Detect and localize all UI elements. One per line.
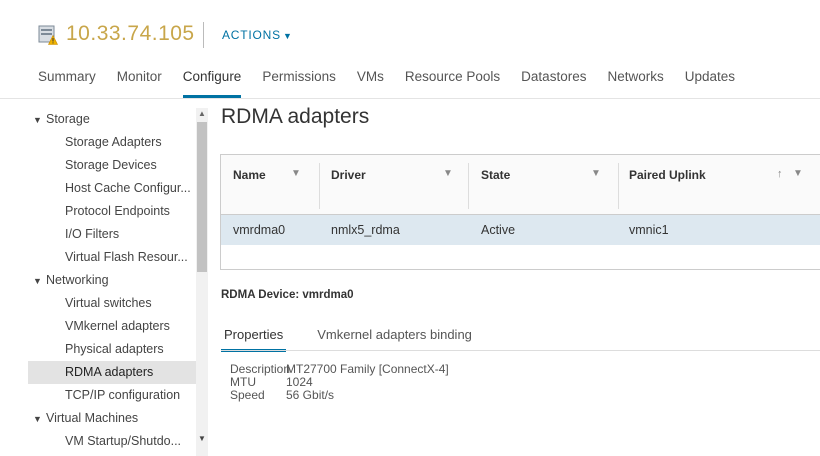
sidebar-item-io-filters[interactable]: I/O Filters [28, 223, 196, 246]
column-header-name[interactable]: Name ▼︎ [233, 155, 318, 215]
sidebar-item-protocol-endpoints[interactable]: Protocol Endpoints [28, 200, 196, 223]
cell-driver: nmlx5_rdma [331, 223, 400, 237]
column-header-label: Driver [331, 168, 366, 182]
property-value: 56 Gbit/s [286, 388, 335, 402]
filter-icon[interactable]: ▼︎ [291, 168, 301, 179]
tab-updates[interactable]: Updates [685, 68, 735, 98]
sidebar-item-tcpip-configuration[interactable]: TCP/IP configuration [28, 384, 196, 407]
tab-configure[interactable]: Configure [182, 68, 242, 98]
column-header-paired-uplink[interactable]: Paired Uplink ↑ ▼︎ [629, 155, 819, 215]
collapse-triangle-icon: ▼ [33, 276, 42, 286]
table-header: Name ▼︎ Driver ▼︎ State ▼︎ Paired Uplink… [221, 155, 820, 215]
sidebar-item-physical-adapters[interactable]: Physical adapters [28, 338, 196, 361]
sidebar-group-label: Storage [46, 112, 90, 126]
sidebar-item-vmkernel-adapters[interactable]: VMkernel adapters [28, 315, 196, 338]
sidebar-item-virtual-flash[interactable]: Virtual Flash Resour... [28, 246, 196, 269]
tab-properties[interactable]: Properties [221, 326, 287, 352]
filter-icon[interactable]: ▼︎ [793, 168, 803, 179]
filter-icon[interactable]: ▼︎ [443, 168, 453, 179]
sidebar-scrollbar[interactable]: ▲ ▼ [196, 108, 208, 456]
column-resizer[interactable] [319, 163, 320, 209]
sidebar-tree: ▼ Storage Storage Adapters Storage Device… [28, 108, 196, 456]
sort-ascending-icon[interactable]: ↑ [777, 168, 783, 180]
properties-panel: DescriptionMT27700 Family [ConnectX-4] M… [230, 363, 449, 402]
page-title: RDMA adapters [221, 105, 370, 128]
sidebar-group-label: Networking [46, 273, 109, 287]
scroll-up-arrow-icon[interactable]: ▲ [196, 109, 208, 119]
object-tabs: Summary Monitor Configure Permissions VM… [38, 68, 756, 98]
property-row: Speed 56 Gbit/s [230, 389, 449, 402]
sidebar-scroll-thumb[interactable] [197, 122, 207, 272]
cell-name: vmrdma0 [233, 223, 286, 237]
title-separator [203, 22, 204, 48]
column-header-label: Paired Uplink [629, 168, 706, 182]
column-header-label: Name [233, 168, 266, 182]
host-warning-icon [38, 25, 58, 45]
tab-resource-pools[interactable]: Resource Pools [405, 68, 500, 98]
configure-sidebar: ▼ Storage Storage Adapters Storage Device… [28, 108, 208, 456]
object-header: 10.33.74.105 ACTIONS ▼ Summary Monitor Co… [0, 0, 820, 100]
sidebar-item-vm-startup[interactable]: VM Startup/Shutdo... [28, 430, 196, 453]
tab-networks[interactable]: Networks [607, 68, 663, 98]
property-row: DescriptionMT27700 Family [ConnectX-4] [230, 363, 449, 376]
column-header-state[interactable]: State ▼︎ [481, 155, 616, 215]
actions-menu-button[interactable]: ACTIONS ▼ [222, 28, 293, 42]
property-key: Speed [230, 388, 265, 402]
column-header-driver[interactable]: Driver ▼︎ [331, 155, 466, 215]
tab-monitor[interactable]: Monitor [117, 68, 162, 98]
sidebar-group-virtual-machines[interactable]: ▼ Virtual Machines [28, 407, 196, 430]
collapse-triangle-icon: ▼ [33, 414, 42, 424]
sidebar-item-storage-adapters[interactable]: Storage Adapters [28, 131, 196, 154]
tab-permissions[interactable]: Permissions [262, 68, 336, 98]
collapse-triangle-icon: ▼ [33, 115, 42, 125]
column-resizer[interactable] [468, 163, 469, 209]
rdma-device-label: RDMA Device: vmrdma0 [221, 289, 354, 301]
tab-datastores[interactable]: Datastores [521, 68, 586, 98]
tab-summary[interactable]: Summary [38, 68, 96, 98]
column-header-label: State [481, 168, 511, 182]
sidebar-item-virtual-switches[interactable]: Virtual switches [28, 292, 196, 315]
actions-label: ACTIONS [222, 28, 281, 42]
main-content: RDMA adapters Name ▼︎ Driver ▼︎ State ▼︎… [208, 99, 820, 456]
filter-icon[interactable]: ▼︎ [591, 168, 601, 179]
scroll-down-arrow-icon[interactable]: ▼ [196, 434, 208, 444]
detail-tabs: Properties Vmkernel adapters binding [221, 326, 503, 352]
table-row[interactable]: vmrdma0 nmlx5_rdma Active vmnic1 [221, 215, 820, 245]
tab-vmkernel-adapters-binding[interactable]: Vmkernel adapters binding [314, 326, 475, 352]
subtabs-divider [221, 350, 820, 351]
rdma-adapters-table: Name ▼︎ Driver ▼︎ State ▼︎ Paired Uplink… [220, 154, 820, 270]
cell-state: Active [481, 223, 516, 237]
sidebar-group-label: Virtual Machines [46, 411, 139, 425]
chevron-down-icon: ▼ [282, 31, 293, 41]
column-resizer[interactable] [618, 163, 619, 209]
sidebar-group-storage[interactable]: ▼ Storage [28, 108, 196, 131]
cell-paired-uplink: vmnic1 [629, 223, 669, 237]
sidebar-group-networking[interactable]: ▼ Networking [28, 269, 196, 292]
sidebar-item-storage-devices[interactable]: Storage Devices [28, 154, 196, 177]
host-name-title: 10.33.74.105 [66, 22, 195, 45]
tab-vms[interactable]: VMs [357, 68, 384, 98]
sidebar-item-host-cache[interactable]: Host Cache Configur... [28, 177, 196, 200]
sidebar-item-rdma-adapters[interactable]: RDMA adapters [28, 361, 196, 384]
